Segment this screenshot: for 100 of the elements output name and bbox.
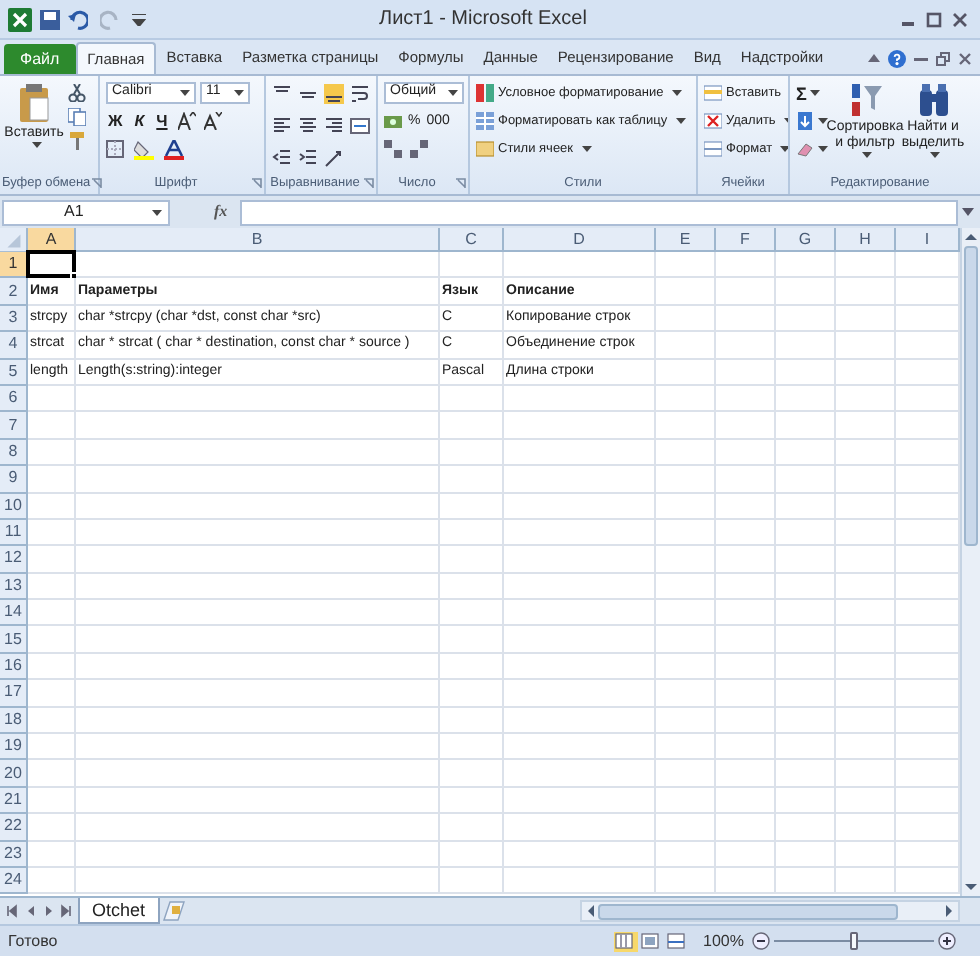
- decrease-decimal-icon[interactable]: [410, 140, 430, 158]
- zoom-out-icon[interactable]: [752, 932, 770, 950]
- previous-sheet-icon[interactable]: [24, 904, 36, 918]
- column-header[interactable]: E: [656, 228, 716, 250]
- wrap-text-icon[interactable]: [350, 84, 370, 104]
- expand-formula-icon[interactable]: [962, 208, 974, 216]
- close-icon[interactable]: [952, 11, 968, 27]
- zoom-slider[interactable]: [774, 932, 934, 950]
- caret-icon: [810, 90, 821, 96]
- increase-indent-icon[interactable]: [298, 148, 318, 168]
- column-header[interactable]: H: [836, 228, 896, 250]
- fill-icon[interactable]: [796, 112, 814, 130]
- file-tab[interactable]: Файл: [4, 44, 76, 74]
- row-header[interactable]: 3: [0, 305, 28, 333]
- row-header[interactable]: 9: [0, 466, 28, 494]
- text-orientation-icon[interactable]: [324, 148, 344, 168]
- page-break-view-button[interactable]: [665, 931, 690, 951]
- align-left-icon[interactable]: [272, 116, 292, 136]
- sheet-tab[interactable]: Otchet: [78, 898, 160, 924]
- dialog-launcher-icon[interactable]: [92, 178, 103, 188]
- close-icon[interactable]: [958, 51, 972, 65]
- undo-icon[interactable]: [68, 9, 88, 29]
- row-header[interactable]: 21: [0, 787, 28, 815]
- name-box[interactable]: A1: [2, 199, 170, 225]
- row-header[interactable]: 4: [0, 332, 28, 360]
- status-text: Готово: [8, 929, 58, 953]
- dialog-launcher-icon[interactable]: [364, 178, 374, 188]
- autosum-button[interactable]: Σ: [796, 82, 828, 104]
- row-header[interactable]: 10: [0, 493, 28, 520]
- redo-icon[interactable]: [100, 9, 120, 29]
- next-sheet-icon[interactable]: [42, 904, 54, 918]
- last-sheet-icon[interactable]: [60, 904, 72, 918]
- restore-icon[interactable]: [936, 51, 950, 65]
- row-header[interactable]: 15: [0, 626, 28, 654]
- excel-logo-icon[interactable]: [8, 7, 32, 31]
- row-header[interactable]: 11: [0, 519, 28, 547]
- slider-thumb[interactable]: [850, 932, 858, 950]
- borders-icon[interactable]: [106, 140, 124, 158]
- row-header[interactable]: 17: [0, 680, 28, 708]
- row-header[interactable]: 20: [0, 760, 28, 788]
- select-all-icon[interactable]: [0, 228, 28, 252]
- row-header[interactable]: 2: [0, 278, 28, 306]
- font-color-icon[interactable]: [164, 139, 184, 159]
- caret-icon: [581, 146, 592, 152]
- font-style-button[interactable]: Ж: [106, 111, 125, 131]
- column-header[interactable]: D: [504, 228, 656, 250]
- row-header[interactable]: 7: [0, 412, 28, 440]
- align-center-icon[interactable]: [298, 116, 318, 136]
- column-header[interactable]: B: [76, 228, 440, 250]
- shrink-font-icon[interactable]: [203, 112, 222, 130]
- align-right-icon[interactable]: [324, 116, 344, 136]
- conditional-format-icon: [476, 84, 494, 102]
- row-header[interactable]: 12: [0, 546, 28, 574]
- maximize-icon[interactable]: [926, 11, 942, 27]
- save-icon[interactable]: [40, 9, 60, 29]
- dialog-launcher-icon[interactable]: [456, 178, 466, 188]
- first-sheet-icon[interactable]: [6, 904, 18, 918]
- row-header[interactable]: 19: [0, 734, 28, 761]
- currency-icon[interactable]: [384, 112, 402, 130]
- row-header[interactable]: 6: [0, 385, 28, 413]
- row-header[interactable]: 22: [0, 814, 28, 842]
- page-layout-view-button[interactable]: [639, 931, 664, 951]
- column-header[interactable]: A: [28, 228, 76, 250]
- row-header[interactable]: 23: [0, 841, 28, 868]
- row-header[interactable]: 5: [0, 359, 28, 386]
- font-style-button[interactable]: Ч: [154, 111, 170, 131]
- row-header[interactable]: 1: [0, 252, 28, 279]
- sort-filter-icon: [849, 82, 881, 118]
- row-header[interactable]: 18: [0, 707, 28, 735]
- normal-view-button[interactable]: [613, 931, 638, 951]
- column-header[interactable]: C: [440, 228, 504, 250]
- vertical-scrollbar[interactable]: [960, 228, 980, 896]
- formula-input[interactable]: [239, 199, 958, 225]
- grow-font-icon[interactable]: [177, 112, 196, 130]
- zoom-in-icon[interactable]: [938, 932, 956, 950]
- dialog-launcher-icon[interactable]: [252, 178, 262, 188]
- column-header[interactable]: G: [776, 228, 836, 250]
- row-header[interactable]: 8: [0, 439, 28, 467]
- decrease-indent-icon[interactable]: [272, 148, 292, 168]
- cell-styles-icon: [476, 140, 494, 158]
- font-style-button[interactable]: К: [132, 111, 147, 131]
- copy-icon[interactable]: [68, 108, 86, 126]
- clipboard-icon: [18, 82, 50, 122]
- new-sheet-icon[interactable]: [161, 900, 186, 922]
- cut-icon[interactable]: [68, 84, 86, 102]
- eraser-icon[interactable]: [796, 140, 814, 158]
- fill-color-icon[interactable]: [134, 139, 154, 159]
- column-header[interactable]: F: [716, 228, 776, 250]
- row-header[interactable]: 14: [0, 600, 28, 627]
- increase-decimal-icon[interactable]: [384, 140, 404, 158]
- help-icon[interactable]: [888, 49, 906, 67]
- row-header[interactable]: 13: [0, 573, 28, 601]
- customize-toolbar-icon[interactable]: [132, 13, 146, 25]
- format-painter-icon[interactable]: [68, 132, 86, 150]
- row-header[interactable]: 24: [0, 867, 28, 895]
- row-header[interactable]: 16: [0, 653, 28, 681]
- align-bottom-icon[interactable]: [324, 84, 344, 104]
- horizontal-scrollbar[interactable]: [580, 900, 960, 922]
- collapse-ribbon-icon[interactable]: [868, 54, 880, 62]
- merge-cells-icon[interactable]: [350, 116, 370, 136]
